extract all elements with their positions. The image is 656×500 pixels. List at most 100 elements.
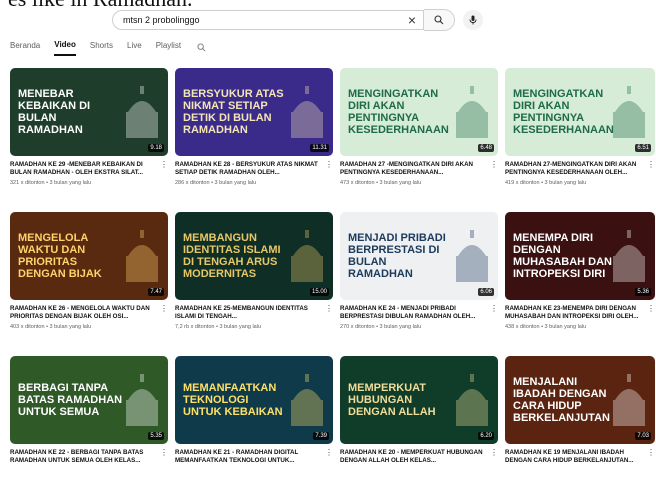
video-card[interactable]: MENJADI PRIBADI BERPRESTASI DI BULAN RAM… — [340, 212, 498, 356]
more-options-icon[interactable]: ⋮ — [325, 305, 333, 330]
mosque-icon — [126, 374, 158, 426]
video-thumbnail[interactable]: MEMBANGUN IDENTITAS ISLAMI DI TENGAH ARU… — [175, 212, 333, 300]
video-title[interactable]: RAMADHAN KE 28 - BERSYUKUR ATAS NIKMAT S… — [175, 161, 325, 177]
more-options-icon[interactable]: ⋮ — [325, 449, 333, 468]
video-title[interactable]: RAMADHAN KE 21 - RAMADHAN DIGITAL MEMANF… — [175, 449, 325, 465]
tab-live[interactable]: Live — [127, 41, 142, 55]
video-thumbnail[interactable]: Mengingatkan diri akan pentingnya KESEDE… — [340, 68, 498, 156]
search-bar: mtsn 2 probolinggo × — [112, 9, 483, 31]
video-card[interactable]: MENEMPA DIRI DENGAN MUHASABAH DAN INTROP… — [505, 212, 655, 356]
video-title[interactable]: RAMADHAN KE 22 - BERBAGI TANPA BATAS RAM… — [10, 449, 160, 465]
thumbnail-text: MEMBANGUN IDENTITAS ISLAMI DI TENGAH ARU… — [183, 232, 281, 280]
video-thumbnail[interactable]: Memperkuat Hubungan dengan Allah 6.20 — [340, 356, 498, 444]
mosque-icon — [291, 374, 323, 426]
more-options-icon[interactable]: ⋮ — [647, 305, 655, 330]
channel-search-button[interactable] — [197, 42, 206, 54]
video-title[interactable]: RAMADHAN KE 24 - MENJADI PRIBADI BERPRES… — [340, 305, 490, 321]
video-thumbnail[interactable]: MEMANFAATKAN TEKNOLOGI UNTUK KEBAIKAN 7.… — [175, 356, 333, 444]
more-options-icon[interactable]: ⋮ — [490, 305, 498, 330]
video-stats: 7,2 rb x ditonton • 3 bulan yang lalu — [175, 324, 325, 330]
video-title[interactable]: RAMADHAN KE 26 - MENGELOLA WAKTU DAN PRI… — [10, 305, 160, 321]
thumbnail-text: MENEMPA DIRI DENGAN MUHASABAH DAN INTROP… — [513, 232, 612, 280]
more-options-icon[interactable]: ⋮ — [490, 449, 498, 468]
video-card[interactable]: Mengingatkan diri akan pentingnya KESEDE… — [340, 68, 498, 212]
video-title[interactable]: RAMADHAN 27-MENGINGATKAN DIRI AKAN PENTI… — [505, 161, 647, 177]
video-card[interactable]: MEMANFAATKAN TEKNOLOGI UNTUK KEBAIKAN 7.… — [175, 356, 333, 500]
tab-beranda[interactable]: Beranda — [10, 41, 40, 55]
channel-tabs: Beranda Video Shorts Live Playlist — [10, 40, 206, 56]
video-title[interactable]: RAMADHAN KE 29 -MENEBAR KEBAIKAN DI BULA… — [10, 161, 160, 177]
video-card[interactable]: MENJALANI IBADAH DENGAN CARA HIDUP BERKE… — [505, 356, 655, 500]
video-thumbnail[interactable]: Bersyukur atas nikmat setiap detik di bu… — [175, 68, 333, 156]
video-title[interactable]: RAMADHAN 27 -MENGINGATKAN DIRI AKAN PENT… — [340, 161, 490, 177]
upload-age: 3 bulan yang lalu — [214, 180, 257, 186]
duration-badge: 5.36 — [635, 288, 651, 296]
video-title[interactable]: RAMADHAN KE 23-MENEMPA DIRI DENGAN MUHAS… — [505, 305, 647, 321]
search-button[interactable] — [424, 9, 455, 31]
thumbnail-text: MENJADI PRIBADI BERPRESTASI DI BULAN RAM… — [348, 232, 446, 280]
view-count: 7,2 rb x ditonton — [175, 324, 215, 330]
video-card[interactable]: Memperkuat Hubungan dengan Allah 6.20 RA… — [340, 356, 498, 500]
duration-badge: 11.31 — [310, 144, 329, 152]
video-thumbnail[interactable]: MENJALANI IBADAH DENGAN CARA HIDUP BERKE… — [505, 356, 655, 444]
video-title[interactable]: RAMADHAN KE 25-MEMBANGUN IDENTITAS ISLAM… — [175, 305, 325, 321]
video-meta: RAMADHAN KE 24 - MENJADI PRIBADI BERPRES… — [340, 305, 498, 331]
upload-age: 3 bulan yang lalu — [544, 180, 587, 186]
tab-playlist[interactable]: Playlist — [156, 41, 181, 55]
video-meta: RAMADHAN KE 29 -MENEBAR KEBAIKAN DI BULA… — [10, 161, 168, 187]
video-thumbnail[interactable]: MENEBAR KEBAIKAN DI BULAN RAMADHAN 9.18 — [10, 68, 168, 156]
video-thumbnail[interactable]: MENJADI PRIBADI BERPRESTASI DI BULAN RAM… — [340, 212, 498, 300]
video-card[interactable]: MEMBANGUN IDENTITAS ISLAMI DI TENGAH ARU… — [175, 212, 333, 356]
view-count: 286 x ditonton — [175, 180, 210, 186]
video-stats: 321 x ditonton • 3 bulan yang lalu — [10, 180, 160, 186]
video-thumbnail[interactable]: Mengingatkan diri akan pentingnya KESEDE… — [505, 68, 655, 156]
view-count: 438 x ditonton — [505, 324, 540, 330]
more-options-icon[interactable]: ⋮ — [160, 161, 168, 186]
video-thumbnail[interactable]: MENGELOLA WAKTU DAN PRIORITAS DENGAN BIJ… — [10, 212, 168, 300]
more-options-icon[interactable]: ⋮ — [490, 161, 498, 186]
more-options-icon[interactable]: ⋮ — [647, 449, 655, 468]
search-input[interactable]: mtsn 2 probolinggo × — [112, 10, 424, 30]
mosque-icon — [613, 86, 645, 138]
video-card[interactable]: Bersyukur atas nikmat setiap detik di bu… — [175, 68, 333, 212]
tab-video[interactable]: Video — [54, 40, 76, 56]
more-options-icon[interactable]: ⋮ — [160, 449, 168, 468]
upload-age: 3 bulan yang lalu — [379, 324, 422, 330]
view-count: 473 x ditonton — [340, 180, 375, 186]
thumbnail-text: Bersyukur atas nikmat setiap detik di bu… — [183, 88, 284, 136]
video-meta: RAMADHAN 27-MENGINGATKAN DIRI AKAN PENTI… — [505, 161, 655, 187]
video-thumbnail[interactable]: BERBAGI TANPA BATAS RAMADHAN UNTUK SEMUA… — [10, 356, 168, 444]
mosque-icon — [126, 230, 158, 282]
video-meta: RAMADHAN KE 19 MENJALANI IBADAH DENGAN C… — [505, 449, 655, 468]
mosque-icon — [613, 374, 645, 426]
upload-age: 3 bulan yang lalu — [219, 324, 262, 330]
video-title[interactable]: RAMADHAN KE 19 MENJALANI IBADAH DENGAN C… — [505, 449, 647, 465]
video-thumbnail[interactable]: MENEMPA DIRI DENGAN MUHASABAH DAN INTROP… — [505, 212, 655, 300]
voice-search-button[interactable] — [463, 10, 483, 30]
more-options-icon[interactable]: ⋮ — [160, 305, 168, 330]
video-stats: 419 x ditonton • 3 bulan yang lalu — [505, 180, 647, 186]
video-meta: RAMADHAN KE 22 - BERBAGI TANPA BATAS RAM… — [10, 449, 168, 468]
video-stats: 270 x ditonton • 3 bulan yang lalu — [340, 324, 490, 330]
video-grid: MENEBAR KEBAIKAN DI BULAN RAMADHAN 9.18 … — [10, 68, 655, 500]
mosque-icon — [291, 86, 323, 138]
duration-badge: 15.00 — [309, 288, 329, 296]
video-card[interactable]: MENGELOLA WAKTU DAN PRIORITAS DENGAN BIJ… — [10, 212, 168, 356]
duration-badge: 6.51 — [635, 144, 651, 152]
video-card[interactable]: Mengingatkan diri akan pentingnya KESEDE… — [505, 68, 655, 212]
video-stats: 403 x ditonton • 3 bulan yang lalu — [10, 324, 160, 330]
video-meta: RAMADHAN KE 26 - MENGELOLA WAKTU DAN PRI… — [10, 305, 168, 331]
view-count: 270 x ditonton — [340, 324, 375, 330]
video-stats: 286 x ditonton • 3 bulan yang lalu — [175, 180, 325, 186]
video-card[interactable]: BERBAGI TANPA BATAS RAMADHAN UNTUK SEMUA… — [10, 356, 168, 500]
video-meta: RAMADHAN KE 21 - RAMADHAN DIGITAL MEMANF… — [175, 449, 333, 468]
video-card[interactable]: MENEBAR KEBAIKAN DI BULAN RAMADHAN 9.18 … — [10, 68, 168, 212]
tab-shorts[interactable]: Shorts — [90, 41, 113, 55]
more-options-icon[interactable]: ⋮ — [647, 161, 655, 186]
video-title[interactable]: RAMADHAN KE 20 - MEMPERKUAT HUBUNGAN DEN… — [340, 449, 490, 465]
duration-badge: 6.06 — [478, 288, 494, 296]
video-meta: RAMADHAN KE 23-MENEMPA DIRI DENGAN MUHAS… — [505, 305, 655, 331]
view-count: 321 x ditonton — [10, 180, 45, 186]
more-options-icon[interactable]: ⋮ — [325, 161, 333, 186]
clear-icon[interactable]: × — [401, 12, 423, 28]
